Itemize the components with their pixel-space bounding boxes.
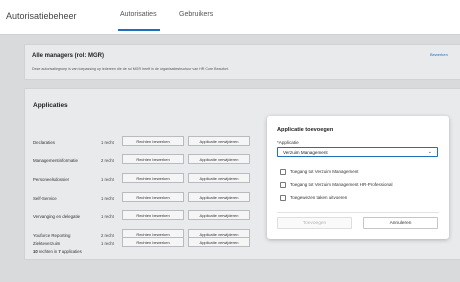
edit-rights-button[interactable]: Rechten bewerken: [122, 136, 184, 146]
rights-count: 1 recht: [101, 177, 114, 182]
remove-application-button[interactable]: Applicatie verwijderen: [188, 210, 250, 220]
managers-panel: [24, 44, 460, 80]
remove-application-button[interactable]: Applicatie verwijderen: [188, 192, 250, 202]
application-name: Personeelsdossier: [33, 177, 70, 182]
edit-managers-link[interactable]: Bewerken: [430, 52, 448, 57]
edit-rights-button[interactable]: Rechten bewerken: [122, 210, 184, 220]
top-bar: Autorisatiebeheer Autorisaties Gebruiker…: [0, 0, 460, 35]
summary-text: rechten in: [37, 249, 59, 254]
application-row: Personeelsdossier 1 recht Rechten bewerk…: [33, 173, 250, 185]
application-select[interactable]: Verzuim Management ⌄: [277, 147, 438, 157]
rights-count: 1 recht: [101, 241, 114, 246]
checkbox[interactable]: [280, 182, 286, 188]
application-row: Ziekteverzuim 1 recht Rechten bewerken A…: [33, 237, 250, 249]
remove-application-button[interactable]: Applicatie verwijderen: [188, 154, 250, 164]
edit-rights-button[interactable]: Rechten bewerken: [122, 192, 184, 202]
selected-application: Verzuim Management: [283, 150, 328, 155]
application-row: Managementinformatie 2 recht Rechten bew…: [33, 154, 250, 166]
active-tab-indicator: [118, 29, 160, 31]
application-name: Declaraties: [33, 140, 55, 145]
option-label: Toegang tot Verzuim Management HR-Profes…: [290, 182, 393, 187]
option-label: Toegang tot Verzuim Management: [290, 169, 359, 174]
edit-rights-button[interactable]: Rechten bewerken: [122, 237, 184, 247]
summary-text-end: applicaties: [60, 249, 82, 254]
managers-title: Alle managers (rol: MGR): [32, 53, 105, 59]
rights-count: 1 recht: [101, 140, 114, 145]
checkbox[interactable]: [280, 195, 286, 201]
checkbox[interactable]: [280, 169, 286, 175]
application-name: Ziekteverzuim: [33, 241, 61, 246]
remove-application-button[interactable]: Applicatie verwijderen: [188, 136, 250, 146]
edit-rights-button[interactable]: Rechten bewerken: [122, 173, 184, 183]
application-row: Declaraties 1 recht Rechten bewerken App…: [33, 136, 250, 148]
application-field-label: *Applicatie: [277, 140, 299, 145]
remove-application-button[interactable]: Applicatie verwijderen: [188, 173, 250, 183]
tab-autorisaties[interactable]: Autorisaties: [120, 11, 157, 18]
applications-title: Applicaties: [33, 102, 68, 109]
application-row: Self-Service 1 recht Rechten bewerken Ap…: [33, 192, 250, 204]
application-row: Vervanging en delegatie 1 recht Rechten …: [33, 210, 250, 222]
managers-description: Deze autorisatiegroep is van toepassing …: [32, 67, 229, 71]
add-button[interactable]: Toevoegen: [277, 217, 352, 229]
application-name: Managementinformatie: [33, 158, 78, 163]
rights-count: 1 recht: [101, 196, 114, 201]
cancel-button[interactable]: Annuleren: [363, 217, 438, 229]
app-title: Autorisatiebeheer: [6, 11, 77, 21]
dialog-divider: [277, 212, 439, 213]
tab-gebruikers[interactable]: Gebruikers: [179, 11, 213, 18]
remove-application-button[interactable]: Applicatie verwijderen: [188, 237, 250, 247]
dialog-title: Applicatie toevoegen: [277, 127, 334, 133]
application-name: Vervanging en delegatie: [33, 214, 81, 219]
add-application-dialog: Applicatie toevoegen *Applicatie Verzuim…: [267, 116, 449, 239]
application-name: Self-Service: [33, 196, 57, 201]
chevron-down-icon: ⌄: [427, 149, 432, 155]
edit-rights-button[interactable]: Rechten bewerken: [122, 154, 184, 164]
option-label: Toegewezen taken uitvoeren: [290, 195, 348, 200]
rights-count: 2 recht: [101, 158, 114, 163]
rights-summary: 10 rechten in 7 applicaties: [33, 249, 82, 254]
rights-count: 1 recht: [101, 214, 114, 219]
